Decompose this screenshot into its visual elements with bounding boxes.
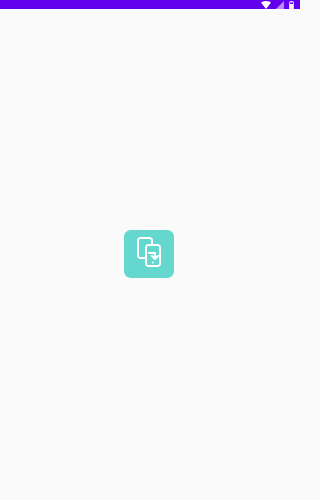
wifi-icon — [261, 0, 271, 9]
app-screen — [0, 0, 300, 500]
status-bar — [0, 0, 300, 9]
splash-logo — [124, 230, 174, 278]
phone-transfer-icon — [124, 228, 174, 281]
signal-icon — [276, 0, 284, 9]
battery-icon — [289, 0, 294, 9]
